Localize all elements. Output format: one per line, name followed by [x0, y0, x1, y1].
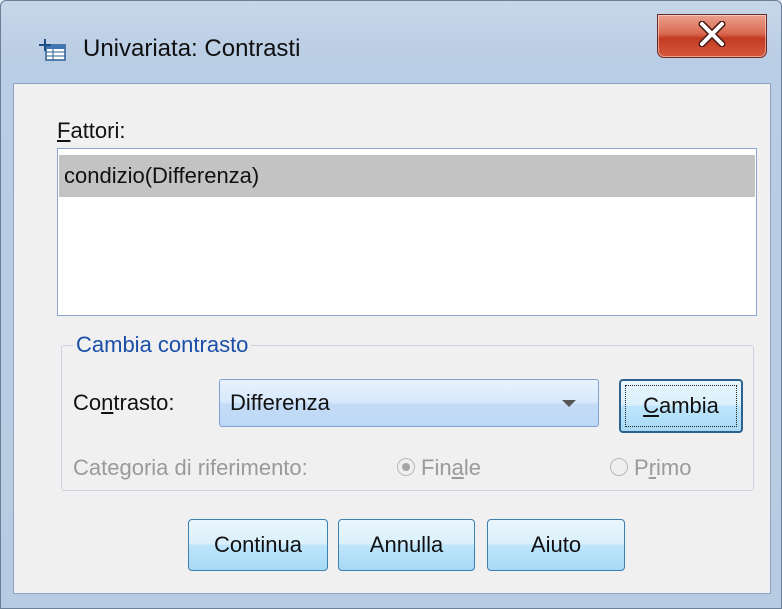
- radio-last[interactable]: [397, 458, 415, 476]
- dropdown-arrow-icon[interactable]: [562, 400, 576, 407]
- factors-label: Fattori:: [57, 118, 126, 143]
- close-button[interactable]: [657, 14, 767, 58]
- radio-first-label[interactable]: Primo: [634, 455, 691, 481]
- close-x-icon: [697, 20, 727, 52]
- factors-listbox[interactable]: condizio(Differenza): [57, 148, 757, 316]
- radio-last-label[interactable]: Finale: [421, 455, 481, 481]
- change-button[interactable]: Cambia: [619, 379, 743, 433]
- continue-button[interactable]: Continua: [188, 519, 328, 571]
- list-item[interactable]: condizio(Differenza): [59, 155, 755, 197]
- cancel-button[interactable]: Annulla: [338, 519, 475, 571]
- radio-selected-dot: [402, 463, 410, 471]
- help-button[interactable]: Aiuto: [487, 519, 625, 571]
- change-contrast-group-label: Cambia contrasto: [73, 332, 252, 358]
- reference-category-label: Categoria di riferimento:: [73, 455, 308, 480]
- contrast-label: Contrasto:: [73, 390, 175, 415]
- app-table-icon: [39, 38, 67, 62]
- contrast-dropdown[interactable]: Differenza: [219, 379, 599, 427]
- dialog-window: Univariata: Contrasti Fattori: condizio(…: [0, 0, 782, 609]
- contrast-dropdown-value: Differenza: [230, 390, 330, 415]
- focus-rectangle: [625, 385, 737, 427]
- dialog-body: Fattori: condizio(Differenza) Cambia con…: [13, 83, 771, 594]
- window-title: Univariata: Contrasti: [83, 35, 301, 62]
- title-bar[interactable]: Univariata: Contrasti: [1, 1, 781, 83]
- radio-first[interactable]: [610, 458, 628, 476]
